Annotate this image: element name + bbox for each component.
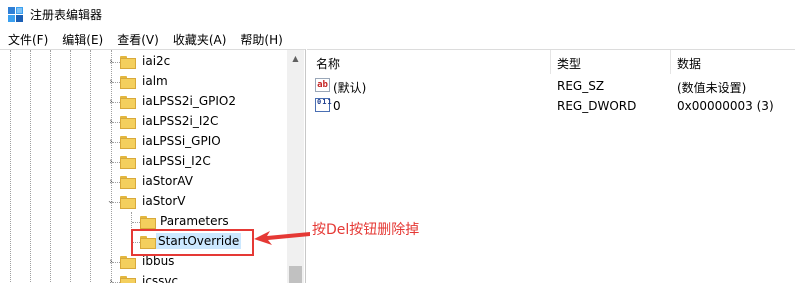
title-bar: 注册表编辑器 (0, 0, 795, 28)
collapsed-chevron-icon[interactable]: › (106, 97, 116, 107)
folder-icon (120, 56, 136, 69)
expanded-chevron-icon[interactable]: › (105, 197, 115, 207)
scrollbar-thumb[interactable] (289, 266, 302, 283)
tree-item-label: iai2c (142, 54, 171, 68)
folder-icon (120, 96, 136, 109)
annotation-arrow-icon (254, 231, 310, 245)
tree-item-label: iaLPSS2i_I2C (142, 114, 219, 128)
menu-favorites[interactable]: 收藏夹(A) (165, 29, 233, 49)
tree-item-ialpss2i-i2c[interactable]: › iaLPSS2i_I2C (0, 112, 286, 132)
tree-item-ialpss2i-gpio2[interactable]: › iaLPSS2i_GPIO2 (0, 92, 286, 112)
registry-values-pane[interactable]: 名称 类型 数据 ab (默认) REG_SZ (数值未设置) 011 0 RE… (307, 49, 795, 283)
value-row-dword[interactable]: 011 0 REG_DWORD 0x00000003 (3) (307, 96, 795, 116)
collapsed-chevron-icon[interactable]: › (106, 277, 116, 283)
folder-icon (120, 176, 136, 189)
column-divider[interactable] (670, 50, 671, 74)
tree-item-label: iaStorAV (142, 174, 193, 188)
tree-item-ialpssi-gpio[interactable]: › iaLPSSi_GPIO (0, 132, 286, 152)
dword-value-icon: 011 (315, 98, 332, 112)
value-data: 0x00000003 (3) (677, 99, 774, 113)
tree-item-label: icssvc (142, 274, 179, 283)
folder-icon (120, 76, 136, 89)
tree-item-label: iaLPSSi_GPIO (142, 134, 221, 148)
menu-bar: 文件(F) 编辑(E) 查看(V) 收藏夹(A) 帮助(H) (0, 29, 795, 49)
scroll-up-arrow-icon[interactable]: ▲ (287, 50, 304, 67)
menu-help[interactable]: 帮助(H) (232, 29, 288, 49)
folder-icon (120, 276, 136, 283)
collapsed-chevron-icon[interactable]: › (106, 257, 116, 267)
tree-item-ialpssi-i2c[interactable]: › iaLPSSi_I2C (0, 152, 286, 172)
annotation-highlight-box (131, 229, 254, 256)
value-data: (数值未设置) (677, 81, 747, 95)
tree-item-label: iaLPSS2i_GPIO2 (142, 94, 236, 108)
string-value-icon: ab (315, 78, 330, 92)
value-name: 0 (333, 99, 341, 113)
column-header-type[interactable]: 类型 (557, 55, 581, 72)
collapsed-chevron-icon[interactable]: › (106, 117, 116, 127)
tree-item-label: iaStorV (142, 194, 186, 208)
collapsed-chevron-icon[interactable]: › (106, 137, 116, 147)
menu-file[interactable]: 文件(F) (0, 29, 54, 49)
collapsed-chevron-icon[interactable]: › (106, 157, 116, 167)
collapsed-chevron-icon[interactable]: › (106, 57, 116, 67)
collapsed-chevron-icon[interactable]: › (106, 77, 116, 87)
menu-edit[interactable]: 编辑(E) (54, 29, 109, 49)
column-divider[interactable] (550, 50, 551, 74)
folder-icon (120, 116, 136, 129)
folder-icon (120, 156, 136, 169)
tree-item-label: iaLPSSi_I2C (142, 154, 211, 168)
tree-item-label: Parameters (160, 214, 229, 228)
column-header-data[interactable]: 数据 (677, 55, 701, 72)
value-type: REG_SZ (557, 79, 605, 93)
registry-editor-icon (8, 7, 23, 22)
values-list-header: 名称 类型 数据 (307, 50, 795, 74)
tree-item-icssvc[interactable]: › icssvc (0, 272, 286, 283)
tree-item-label: ialm (142, 74, 168, 88)
value-name: (默认) (333, 81, 367, 95)
collapsed-chevron-icon[interactable]: › (106, 177, 116, 187)
window-title: 注册表编辑器 (30, 8, 103, 22)
annotation-text: 按Del按钮删除掉 (312, 222, 420, 238)
folder-icon (120, 196, 136, 209)
tree-item-iastorv[interactable]: › iaStorV (0, 192, 286, 212)
tree-item-iastorav[interactable]: › iaStorAV (0, 172, 286, 192)
folder-icon (120, 256, 136, 269)
tree-item-iai2c[interactable]: › iai2c (0, 52, 286, 72)
folder-icon (120, 136, 136, 149)
column-header-name[interactable]: 名称 (316, 55, 340, 72)
value-type: REG_DWORD (557, 99, 637, 113)
tree-item-ialm[interactable]: › ialm (0, 72, 286, 92)
value-row-default[interactable]: ab (默认) REG_SZ (数值未设置) (307, 76, 795, 96)
menu-view[interactable]: 查看(V) (109, 29, 165, 49)
folder-icon (140, 216, 156, 229)
